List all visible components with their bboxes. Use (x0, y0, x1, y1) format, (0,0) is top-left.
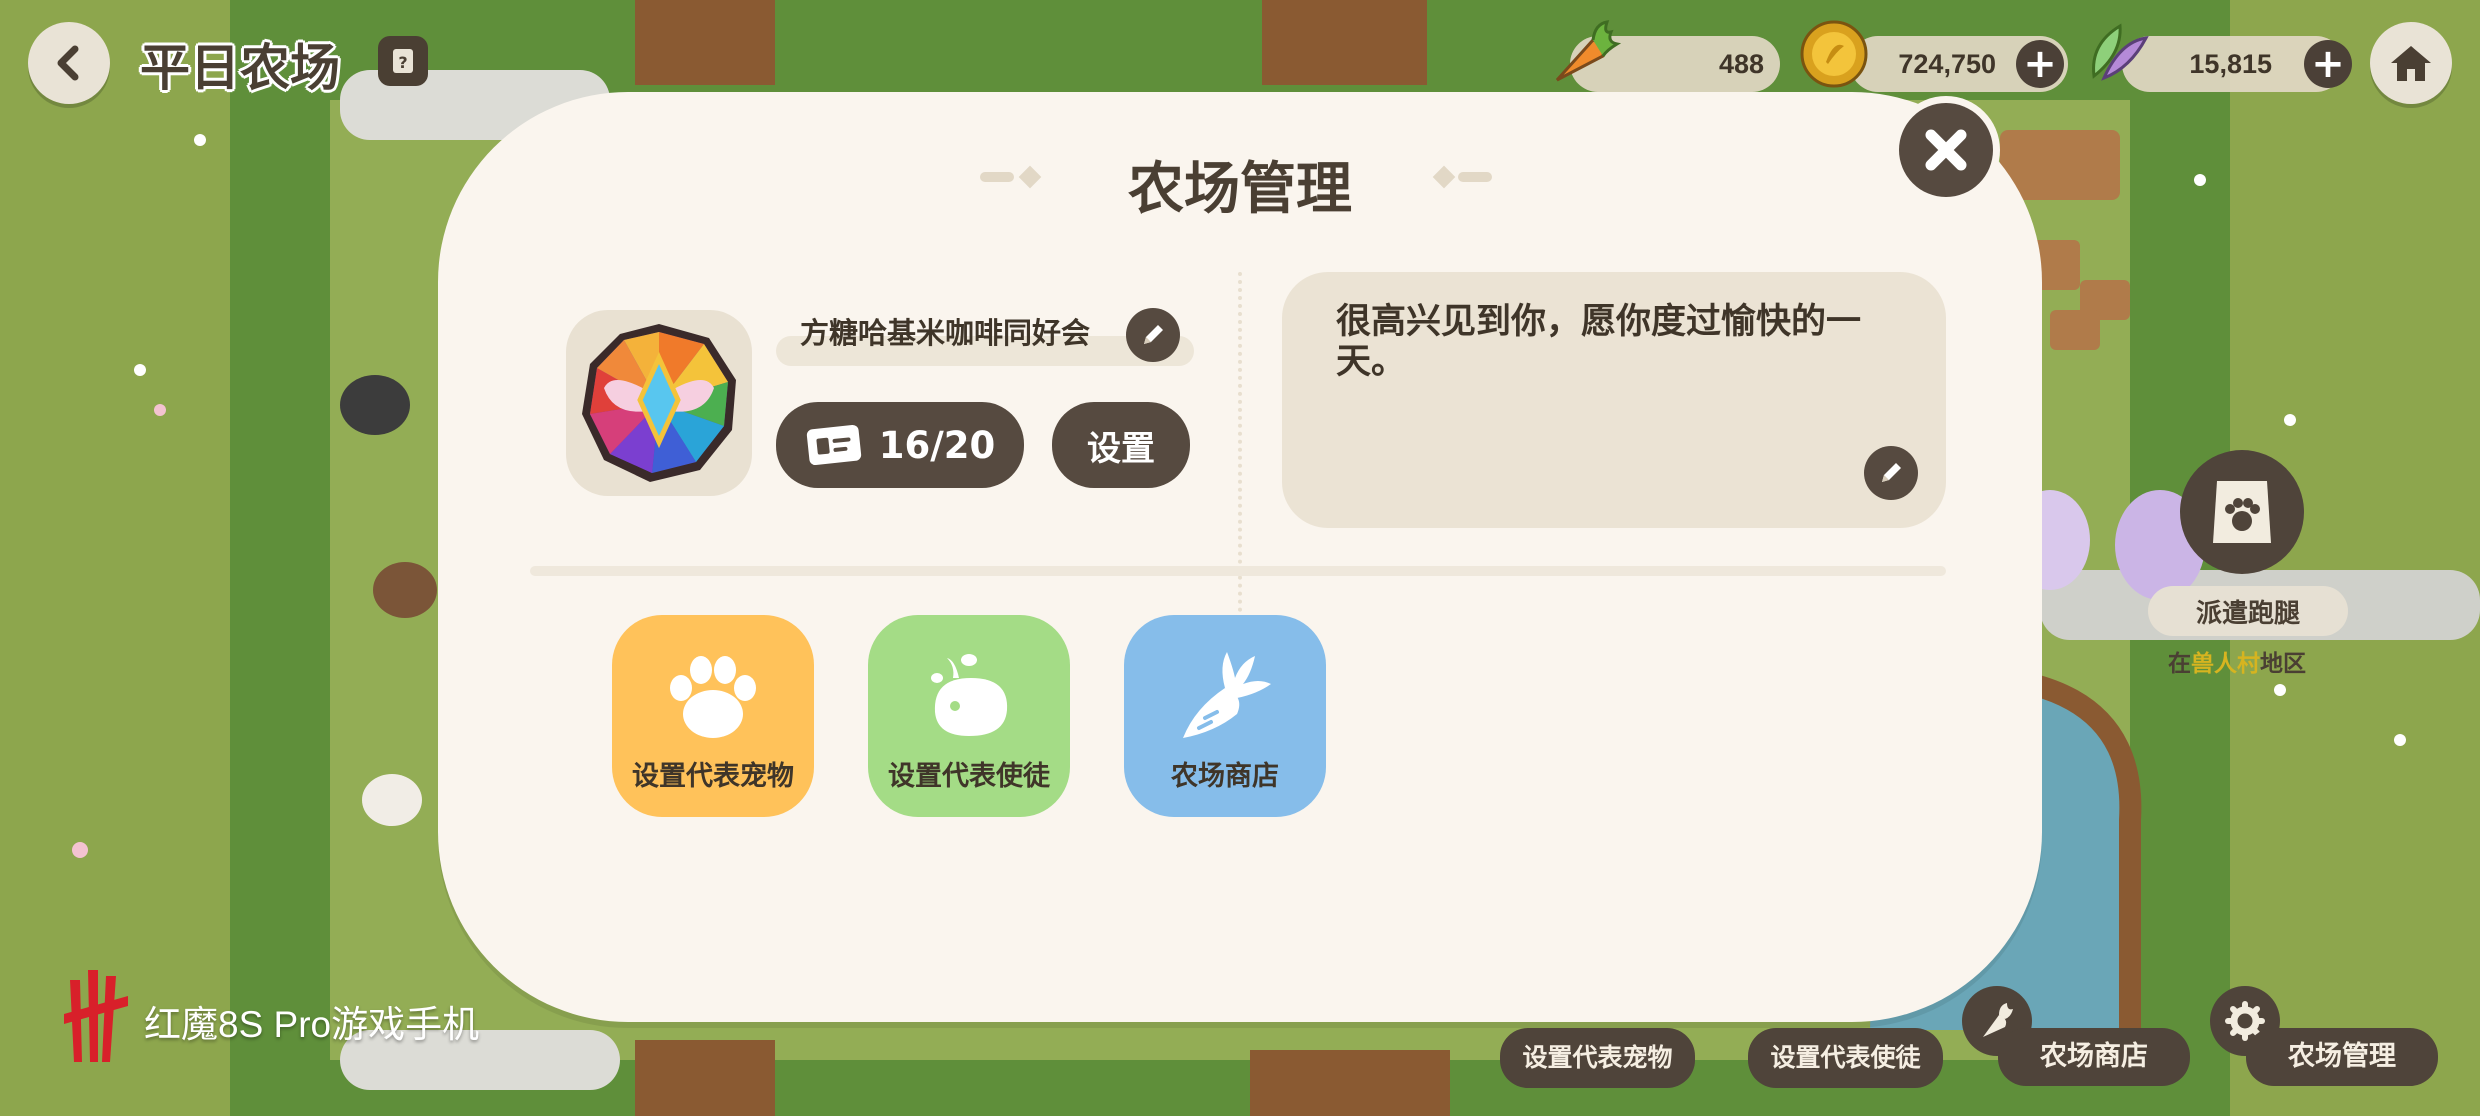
carrot-icon (1555, 20, 1622, 82)
radish-icon (1183, 652, 1271, 738)
dispatch-label[interactable]: 派遣跑腿 (2148, 586, 2348, 636)
pencil-icon (1882, 463, 1901, 482)
edit-name-button[interactable] (1126, 308, 1180, 362)
bottom-manage-button[interactable]: 农场管理 (2246, 1028, 2438, 1086)
gem-value: 15,815 (2189, 48, 2272, 79)
section-divider (530, 566, 1946, 576)
id-card-icon (806, 424, 861, 466)
redmagic-logo (64, 970, 128, 1062)
book-icon: ? (393, 49, 413, 73)
visitor-count: 16/20 (878, 423, 996, 467)
greeting-text: 很高兴见到你，愿你度过愉快的一天。 (1336, 302, 1862, 382)
set-pet-tile[interactable]: 设置代表宠物 (612, 615, 814, 817)
visitor-count-pill[interactable]: 16/20 (776, 402, 1024, 488)
home-button[interactable] (2370, 22, 2452, 104)
farm-management-modal: 农场管理 方糖哈基米咖啡同好会 16/20 设置 很高兴见到你，愿你度过愉快的一… (438, 92, 2042, 1022)
bottom-apostle-button[interactable]: 设置代表使徒 (1748, 1028, 1943, 1088)
dispatch-button[interactable] (2180, 450, 2304, 574)
paw-icon (670, 656, 756, 738)
owner-name: 方糖哈基米咖啡同好会 (800, 316, 1091, 350)
location-prefix: 在 (2168, 651, 2191, 677)
book-info-button[interactable]: ? (378, 36, 428, 86)
carrot-value: 488 (1718, 48, 1764, 79)
pencil-icon (1144, 325, 1163, 344)
modal-title: 农场管理 (1128, 157, 1352, 222)
title-deco-right (1458, 172, 1492, 182)
set-pet-label: 设置代表宠物 (632, 761, 794, 792)
chevron-left-icon (57, 45, 79, 81)
settings-button[interactable]: 设置 (1052, 402, 1190, 488)
edit-greeting-button[interactable] (1864, 446, 1918, 500)
title-deco-left (980, 172, 1014, 182)
gold-value: 724,750 (1898, 48, 1996, 79)
location-highlight: 兽人村 (2191, 651, 2260, 677)
farm-emblem[interactable] (566, 310, 752, 496)
vertical-divider (1238, 272, 1242, 612)
gold-coin-icon (1800, 20, 1868, 88)
farm-shop-tile[interactable]: 农场商店 (1124, 615, 1326, 817)
sprout-blob-icon (931, 654, 1008, 736)
bottom-shop-button[interactable]: 农场商店 (1998, 1028, 2190, 1086)
svg-text:?: ? (398, 53, 407, 72)
add-gold-button[interactable]: + (2016, 40, 2064, 88)
bottom-pet-button[interactable]: 设置代表宠物 (1500, 1028, 1695, 1088)
add-gem-button[interactable]: + (2304, 40, 2352, 88)
home-icon (2391, 46, 2431, 81)
dispatch-location: 在兽人村地区 (2168, 644, 2306, 678)
gem-leaf-icon (2092, 23, 2149, 81)
farm-emblem-icon (582, 324, 736, 482)
paw-bag-icon (2213, 481, 2271, 543)
watermark-text: 红魔8S Pro游戏手机 (144, 1004, 480, 1045)
location-suffix: 地区 (2260, 651, 2306, 677)
greeting-box[interactable]: 很高兴见到你，愿你度过愉快的一天。 (1282, 272, 1946, 528)
set-apostle-tile[interactable]: 设置代表使徒 (868, 615, 1070, 817)
back-button[interactable] (28, 22, 110, 104)
set-apostle-label: 设置代表使徒 (888, 761, 1050, 792)
farm-shop-label: 农场商店 (1171, 761, 1279, 792)
close-icon (1925, 129, 1967, 171)
farm-name: 平日农场 (140, 39, 340, 97)
close-button[interactable] (1892, 96, 2000, 204)
close-button-inner[interactable] (1899, 103, 1993, 197)
